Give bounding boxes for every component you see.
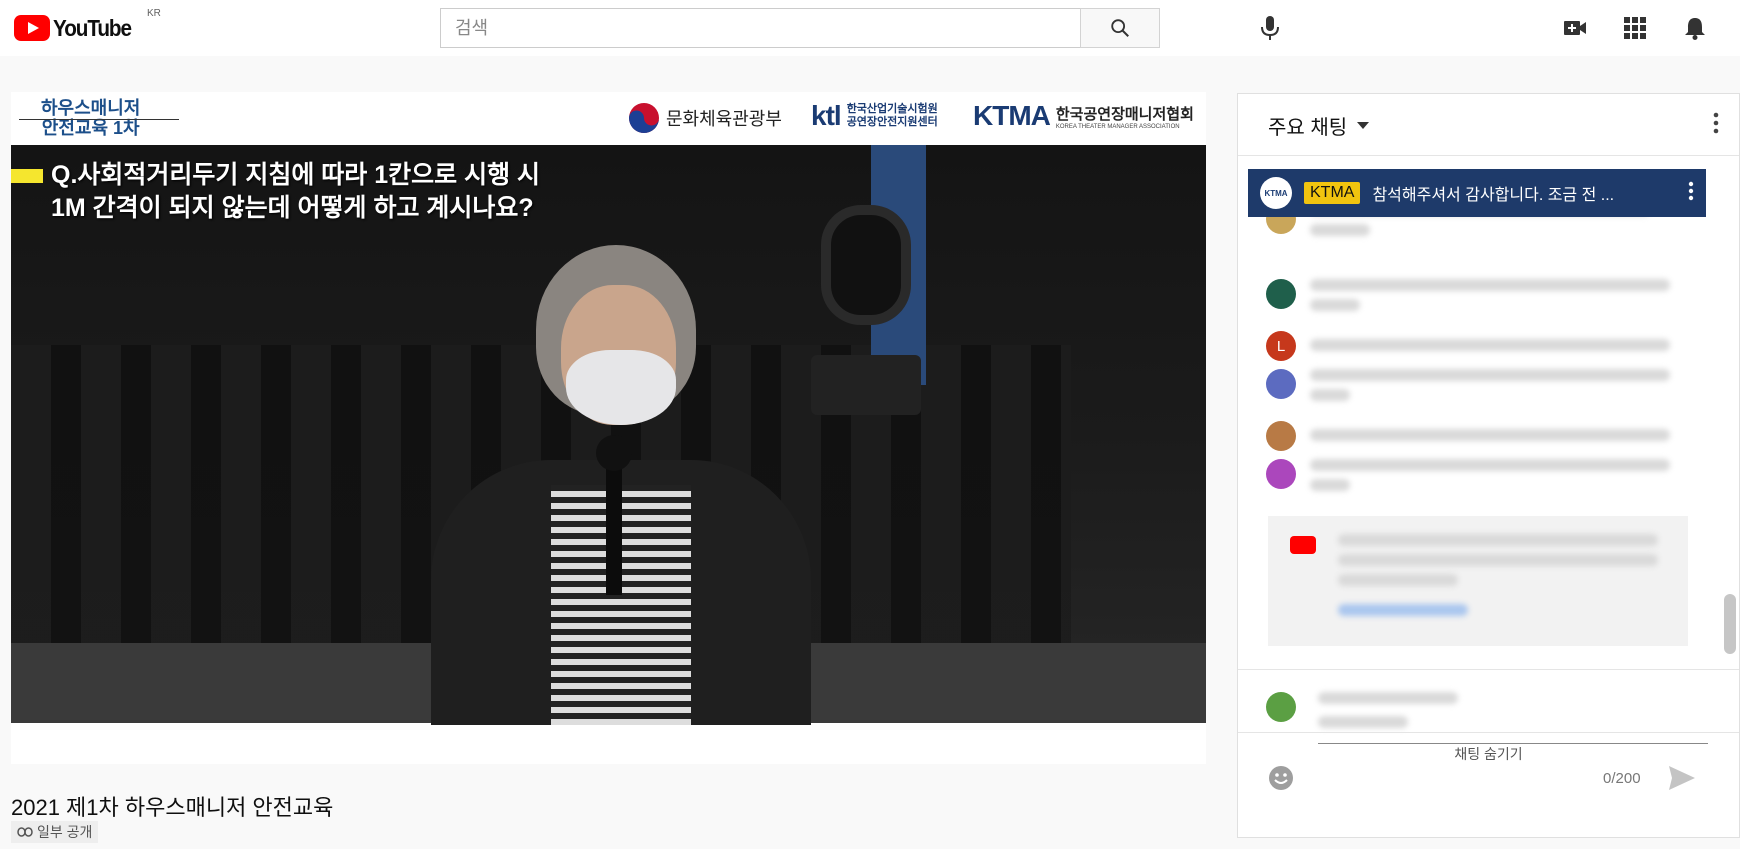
ktl-mark: ktl: [811, 100, 842, 131]
pinned-message[interactable]: KTMA KTMA 참석해주셔서 감사합니다. 조금 전 ...: [1248, 169, 1706, 217]
voice-search-button[interactable]: [1258, 14, 1282, 42]
avatar: [1266, 369, 1296, 399]
question-line2: 1M 간격이 되지 않는데 어떻게 하고 계시나요?: [51, 194, 534, 222]
more-vert-icon: [1713, 112, 1719, 134]
video-frame: Q.사회적거리두기 지침에 따라 1칸으로 시행 시 1M 간격이 되지 않는데…: [11, 145, 1206, 725]
country-code: KR: [147, 8, 161, 19]
search-input[interactable]: [440, 8, 1080, 48]
video-title: 2021 제1차 하우스매니저 안전교육: [11, 795, 334, 820]
send-icon: [1669, 766, 1695, 790]
ktl-name-line2: 공연장안전지원센터: [846, 116, 938, 128]
ktl-name-line1: 한국산업기술시험원: [846, 103, 938, 115]
course-title-line2: 안전교육 1차: [41, 118, 140, 138]
moderator-badge: KTMA: [1304, 182, 1361, 204]
course-title: 하우스매니저 안전교육 1차: [19, 98, 179, 138]
chat-message: [1266, 459, 1670, 491]
speaker: [411, 245, 841, 725]
org-ktl: ktl 한국산업기술시험원 공연장안전지원센터: [811, 100, 938, 132]
youtube-play-icon: [14, 15, 50, 41]
youtube-notice: [1268, 516, 1688, 646]
logo-text: YouTube: [53, 14, 132, 41]
course-title-line1: 하우스매니저: [41, 98, 141, 118]
org-mcst: 문화체육관광부: [628, 102, 782, 134]
video-banner: 하우스매니저 안전교육 1차 문화체육관광부 ktl 한국산업기술시험원 공연장…: [11, 92, 1206, 145]
apps-button[interactable]: [1623, 16, 1647, 40]
chat-more-button[interactable]: [1713, 112, 1719, 139]
emoji-icon: [1269, 766, 1293, 790]
top-bar: YouTube KR: [0, 0, 1740, 56]
avatar: [1266, 459, 1296, 489]
ktma-name-english: KOREA THEATER MANAGER ASSOCIATION: [1055, 123, 1180, 130]
privacy-label: 일부 공개: [37, 824, 93, 840]
chat-mode-label: 주요 채팅: [1268, 117, 1348, 139]
more-vert-icon: [1688, 181, 1694, 200]
avatar: [1266, 421, 1296, 451]
taegeuk-emblem-icon: [629, 103, 659, 133]
question-caption: Q.사회적거리두기 지침에 따라 1칸으로 시행 시 1M 간격이 되지 않는데…: [11, 159, 541, 225]
question-line1: Q.사회적거리두기 지침에 따라 1칸으로 시행 시: [51, 161, 541, 189]
org-mcst-name: 문화체육관광부: [666, 109, 782, 129]
create-video-button[interactable]: [1563, 16, 1587, 40]
user-avatar: [1266, 692, 1296, 722]
hide-chat-button[interactable]: 채팅 숨기기: [1238, 744, 1739, 764]
avatar: [1266, 279, 1296, 309]
microphone-icon: [1261, 16, 1279, 40]
chat-mode-dropdown[interactable]: 주요 채팅: [1268, 111, 1370, 140]
caret-down-icon: [1357, 121, 1370, 129]
chat-scrollbar[interactable]: [1724, 594, 1736, 654]
send-button[interactable]: [1668, 765, 1696, 796]
avatar: L: [1266, 331, 1296, 361]
ktma-name: 한국공연장매니저협회: [1055, 105, 1194, 123]
ktma-avatar: KTMA: [1260, 177, 1292, 209]
bell-icon: [1685, 18, 1705, 40]
apps-grid-icon: [1624, 17, 1646, 39]
video-camera-add-icon: [1564, 21, 1586, 35]
youtube-icon: [1290, 536, 1316, 554]
notifications-button[interactable]: [1683, 16, 1707, 40]
privacy-badge[interactable]: 일부 공개: [11, 821, 99, 843]
chat-message: [1266, 369, 1670, 401]
search-icon: [1111, 19, 1129, 37]
video-player[interactable]: 하우스매니저 안전교육 1차 문화체육관광부 ktl 한국산업기술시험원 공연장…: [11, 92, 1206, 764]
course-divider: [19, 119, 179, 120]
link-icon: [17, 827, 33, 837]
live-chat-panel: 주요 채팅 KTMA KTMA 참석해주셔서 감사합니다. 조금 전 ... L: [1237, 93, 1740, 838]
chat-header: 주요 채팅: [1238, 94, 1739, 156]
caption-marker: [11, 169, 43, 183]
char-counter: 0/200: [1603, 770, 1641, 787]
youtube-logo[interactable]: YouTube KR: [14, 8, 161, 42]
pinned-message-text: 참석해주셔서 감사합니다. 조금 전 ...: [1372, 187, 1615, 204]
chat-message: L: [1266, 331, 1670, 361]
org-ktma: KTMA 한국공연장매니저협회 KOREA THEATER MANAGER AS…: [973, 100, 1194, 132]
chat-message: [1266, 279, 1670, 311]
pinned-more-button[interactable]: [1688, 181, 1694, 206]
emoji-button[interactable]: [1268, 765, 1294, 791]
chat-divider: [1238, 732, 1739, 733]
search-bar: [440, 8, 1160, 48]
ktma-mark: KTMA: [973, 100, 1051, 131]
search-button[interactable]: [1080, 8, 1160, 48]
chat-message: [1266, 421, 1670, 451]
